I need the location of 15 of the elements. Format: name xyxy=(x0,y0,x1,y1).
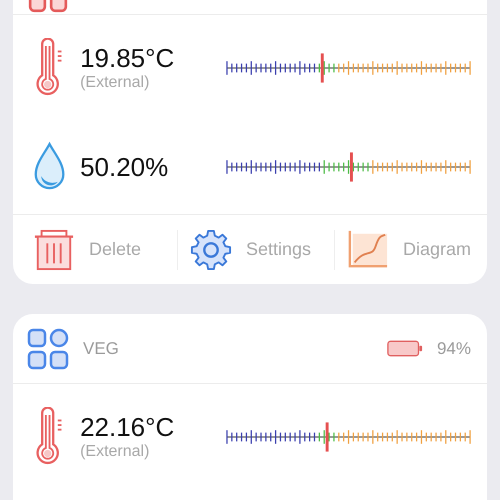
chart-icon xyxy=(347,228,389,270)
battery-level: 94% xyxy=(436,338,471,358)
reading-value: 22.16°C xyxy=(80,412,176,443)
trash-icon xyxy=(33,228,75,270)
settings-icon xyxy=(190,228,232,270)
action-button[interactable]: Diagram xyxy=(347,228,479,270)
reading-value: 19.85°C xyxy=(80,43,176,74)
reading-value: 50.20% xyxy=(80,152,170,182)
device-name: VEG xyxy=(83,338,119,358)
grid-icon xyxy=(27,328,69,370)
reading-source: (External) xyxy=(80,443,150,461)
action-button[interactable]: Settings xyxy=(190,228,322,270)
action-button[interactable]: Delete xyxy=(33,228,165,270)
reading-source: (External) xyxy=(80,74,150,92)
battery-icon xyxy=(386,340,423,357)
